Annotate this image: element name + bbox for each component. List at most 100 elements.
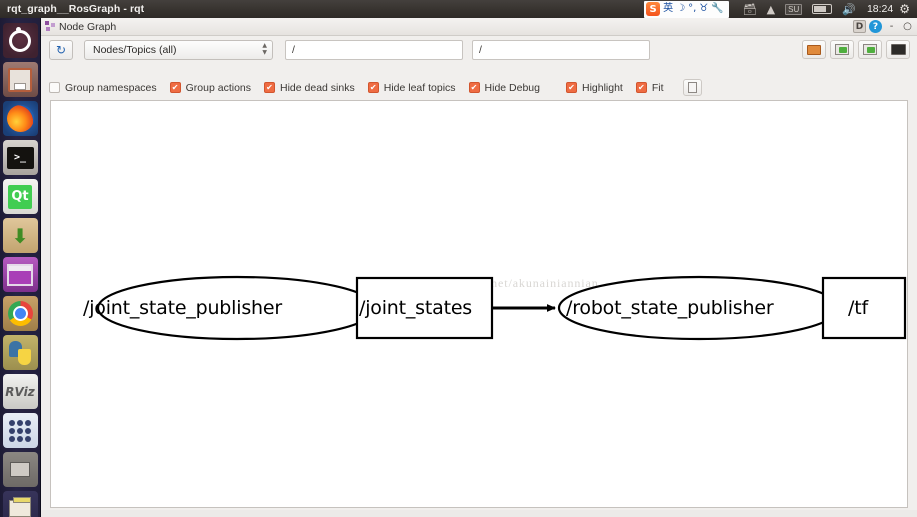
battery-icon[interactable] (812, 4, 833, 14)
file-cabinet-icon (8, 67, 32, 92)
save-image-button[interactable] (858, 40, 882, 59)
graph-toolbar: ↻ Nodes/Topics (all) ▲ ▼ / / (41, 37, 917, 63)
chevron-updown-icon: ▲ ▼ (262, 42, 267, 56)
namespace-input-value: / (292, 44, 295, 56)
checkbox-label: Fit (651, 81, 664, 94)
checkbox-hide-dead-sinks[interactable]: Hide dead sinks (264, 82, 355, 94)
terminal-icon: >_ (6, 146, 34, 169)
ime-settings-icon[interactable]: 🔧 (711, 4, 723, 14)
node-label-tf: /tf (848, 297, 868, 319)
node-label-robot-state-publisher: /robot_state_publisher (566, 297, 774, 319)
load-dot-button[interactable] (802, 40, 826, 59)
panel-title: Node Graph (59, 20, 117, 33)
checkbox-hide-debug[interactable]: Hide Debug (468, 81, 540, 94)
topic-input-value: / (479, 44, 482, 56)
ime-language-icon[interactable]: 英 (663, 4, 673, 14)
graph-export-buttons (802, 40, 910, 59)
refresh-button[interactable]: ↻ (49, 40, 73, 60)
checkbox-hide-leaf-topics[interactable]: Hide leaf topics (367, 81, 456, 94)
su-indicator-icon[interactable]: SU (785, 3, 803, 15)
launcher-item-rviz[interactable]: RViz (2, 374, 38, 409)
save-icon (835, 44, 849, 55)
checkbox-box[interactable] (565, 82, 577, 93)
launcher-item-files[interactable] (2, 62, 38, 97)
checkbox-label: Group actions (185, 81, 252, 94)
launcher-item-trash[interactable] (2, 491, 38, 517)
panel-window-title: rqt_graph__RosGraph - rqt (7, 3, 145, 15)
checkbox-box[interactable] (49, 82, 60, 93)
checkbox-box[interactable] (367, 82, 379, 93)
ubuntu-logo-icon (9, 26, 31, 52)
clock-label[interactable]: 18:24 (867, 3, 893, 15)
dock-button[interactable]: D (853, 20, 866, 33)
checkbox-group-namespaces[interactable]: Group namespaces (49, 82, 157, 94)
window-controls: D ? - ○ (853, 20, 914, 33)
launcher-item-archive-manager[interactable]: ⬇ (2, 218, 38, 253)
fit-icon (687, 82, 697, 93)
minimize-button[interactable]: - (885, 20, 898, 33)
rqt-window: Node Graph D ? - ○ ↻ Nodes/Topics (all) … (41, 18, 917, 517)
screen: rqt_graph__RosGraph - rqt S 英 ☽ °, ♉ 🔧 🗃… (0, 0, 917, 517)
graph-filter-value: Nodes/Topics (all) (93, 44, 177, 56)
checkbox-label: Hide Debug (484, 81, 540, 94)
node-graph-titlebar: Node Graph D ? - ○ (41, 18, 917, 36)
launcher-item-ubuntu-dash[interactable] (2, 23, 38, 58)
ime-keyboard-icon[interactable]: ♉ (699, 4, 708, 14)
chrome-icon (7, 301, 33, 326)
close-button[interactable]: ○ (901, 20, 914, 33)
launcher-item-chrome[interactable] (2, 296, 38, 331)
save-dot-button[interactable] (830, 40, 854, 59)
fit-in-view-button[interactable] (682, 79, 702, 96)
ime-moon-icon[interactable]: ☽ (676, 4, 685, 14)
unity-launcher: >_ Qt ⬇ RViz (0, 18, 41, 517)
volume-icon[interactable]: 🔊 (842, 3, 856, 16)
node-graph-icon (45, 21, 56, 32)
briefcase-icon[interactable]: 🗃 (743, 3, 757, 16)
firefox-icon (6, 105, 34, 132)
folder-icon (10, 462, 30, 477)
namespace-input[interactable]: / (285, 40, 463, 60)
launcher-item-app-grid[interactable] (2, 413, 38, 448)
window-icon (7, 263, 33, 286)
launcher-item-qt-creator[interactable]: Qt (2, 179, 38, 214)
checkbox-group-actions[interactable]: Group actions (169, 81, 252, 94)
desktop-top-panel: rqt_graph__RosGraph - rqt S 英 ☽ °, ♉ 🔧 🗃… (0, 0, 917, 18)
checkbox-label: Hide dead sinks (280, 81, 355, 94)
checkbox-box[interactable] (169, 82, 181, 93)
refresh-icon: ↻ (55, 43, 67, 57)
checkbox-box[interactable] (635, 82, 647, 93)
screenshot-button[interactable] (886, 40, 910, 59)
ime-punctuation-icon[interactable]: °, (688, 4, 696, 14)
launcher-item-python-ide[interactable] (2, 335, 38, 370)
checkbox-box[interactable] (468, 82, 480, 93)
sogou-logo-icon[interactable]: S (646, 2, 661, 16)
help-icon[interactable]: ? (869, 20, 882, 33)
python-icon (8, 340, 32, 365)
node-label-joint-state-publisher: /joint_state_publisher (83, 297, 282, 319)
checkbox-highlight[interactable]: Highlight (565, 81, 623, 94)
checkbox-fit[interactable]: Fit (635, 81, 664, 94)
node-graph-canvas[interactable]: http://blog. csdn. net/akunainiannian /j… (50, 100, 908, 508)
checkbox-label: Group namespaces (65, 81, 157, 94)
topic-input[interactable]: / (472, 40, 650, 60)
checkbox-box[interactable] (264, 82, 276, 93)
gear-icon[interactable]: ⚙ (899, 2, 910, 16)
input-method-panel[interactable]: S 英 ☽ °, ♉ 🔧 (644, 0, 729, 18)
launcher-item-firefox[interactable] (2, 101, 38, 136)
checkbox-label: Hide leaf topics (383, 81, 456, 94)
system-tray: S 英 ☽ °, ♉ 🔧 🗃 ▲ SU 🔊 18:24 ⚙ (644, 0, 917, 18)
save-icon (863, 44, 877, 55)
launcher-item-file-manager[interactable] (2, 452, 38, 487)
checkbox-label: Highlight (581, 81, 623, 94)
launcher-item-terminal[interactable]: >_ (2, 140, 38, 175)
wifi-icon[interactable]: ▲ (767, 3, 775, 16)
launcher-item-window-app[interactable] (2, 257, 38, 292)
folder-icon (807, 44, 821, 55)
node-label-joint-states: /joint_states (359, 297, 473, 319)
trash-icon (9, 497, 31, 517)
screen-icon (890, 44, 906, 55)
graph-options-row: Group namespaces Group actions Hide dead… (41, 77, 917, 98)
status-strip (41, 510, 917, 517)
download-arrow-icon: ⬇ (11, 223, 29, 248)
graph-filter-select[interactable]: Nodes/Topics (all) ▲ ▼ (84, 40, 273, 60)
